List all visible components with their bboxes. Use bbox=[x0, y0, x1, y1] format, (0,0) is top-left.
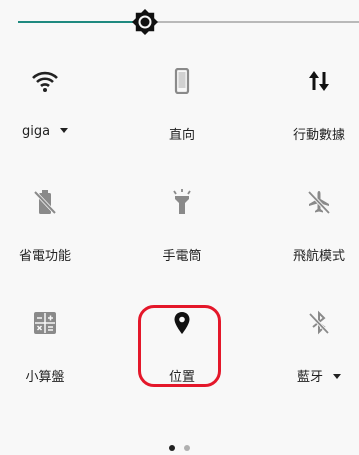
page-dot-active bbox=[168, 445, 175, 451]
tile-label: 藍牙 bbox=[264, 366, 359, 385]
tile-calculator[interactable]: 小算盤 bbox=[0, 298, 100, 408]
tile-label: 小算盤 bbox=[25, 370, 65, 385]
battery-saver-icon bbox=[33, 190, 57, 215]
tile-battery-saver[interactable]: 省電功能 bbox=[0, 177, 100, 287]
brightness-track-fill bbox=[18, 21, 144, 23]
phone-portrait-icon bbox=[174, 68, 190, 94]
tile-wifi[interactable]: giga bbox=[0, 54, 100, 164]
tile-label: 直向 bbox=[168, 128, 195, 143]
tile-label: giga bbox=[0, 124, 100, 139]
highlight-box bbox=[138, 305, 221, 387]
brightness-slider[interactable] bbox=[18, 0, 359, 44]
page-indicator bbox=[0, 436, 359, 455]
wifi-icon bbox=[32, 71, 58, 92]
tile-flashlight[interactable]: 手電筒 bbox=[127, 177, 237, 287]
tile-airplane-mode[interactable]: 飛航模式 bbox=[264, 177, 359, 287]
tile-label: 省電功能 bbox=[18, 249, 71, 264]
dropdown-caret-icon[interactable] bbox=[333, 374, 341, 379]
dropdown-caret-icon[interactable] bbox=[60, 128, 69, 133]
airplane-icon bbox=[307, 190, 331, 215]
mobile-data-icon bbox=[309, 71, 329, 91]
tile-mobile-data[interactable]: 行動數據 bbox=[264, 54, 359, 164]
calculator-icon bbox=[34, 312, 56, 334]
page-dot bbox=[184, 445, 191, 451]
brightness-icon[interactable] bbox=[131, 8, 159, 36]
brightness-track-rest bbox=[144, 21, 359, 23]
tile-label: 行動數據 bbox=[292, 128, 345, 143]
flashlight-icon bbox=[173, 189, 191, 214]
tile-label: 飛航模式 bbox=[292, 249, 345, 264]
tile-label: 手電筒 bbox=[162, 249, 202, 264]
tile-rotation[interactable]: 直向 bbox=[127, 54, 237, 164]
bluetooth-icon bbox=[308, 310, 330, 335]
tile-bluetooth[interactable]: 藍牙 bbox=[264, 298, 359, 408]
